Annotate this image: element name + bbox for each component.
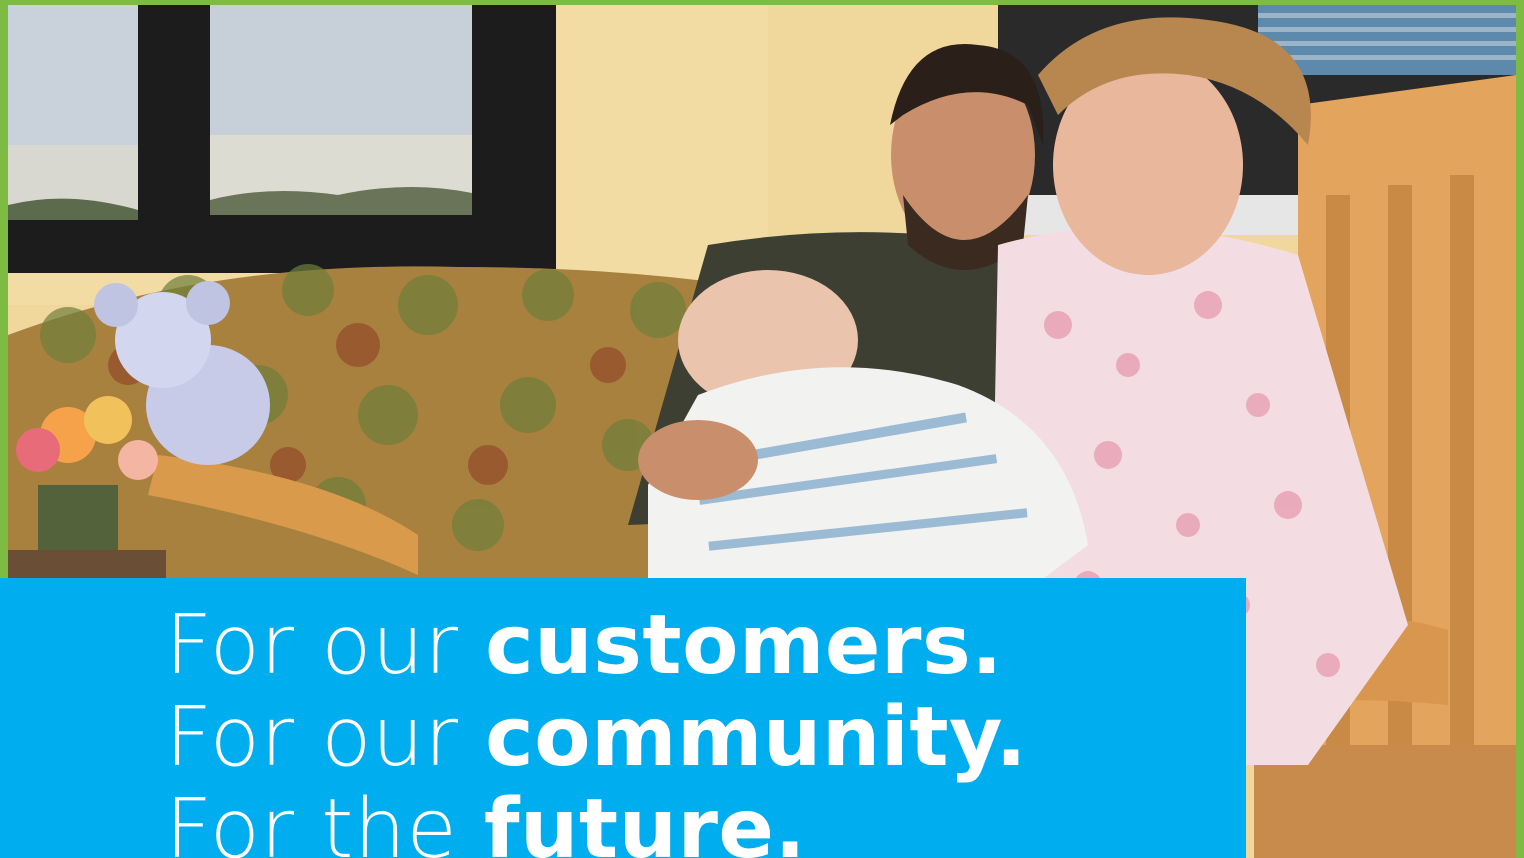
headline-line-1-lead: For our bbox=[165, 598, 459, 693]
headline-line-1: For our customers. bbox=[165, 600, 1245, 692]
headline-line-1-emphasis: customers. bbox=[485, 598, 1003, 693]
headline-clip: For our customers. For our community. Fo… bbox=[0, 578, 1246, 858]
headline: For our customers. For our community. Fo… bbox=[165, 600, 1245, 858]
headline-line-2: For our community. bbox=[165, 692, 1245, 784]
headline-line-2-emphasis: community. bbox=[485, 690, 1028, 785]
headline-line-2-lead: For our bbox=[165, 690, 459, 785]
headline-line-3-emphasis: future. bbox=[483, 782, 807, 858]
headline-line-3-lead: For the bbox=[165, 782, 458, 858]
headline-line-3: For the future. bbox=[165, 784, 1245, 858]
